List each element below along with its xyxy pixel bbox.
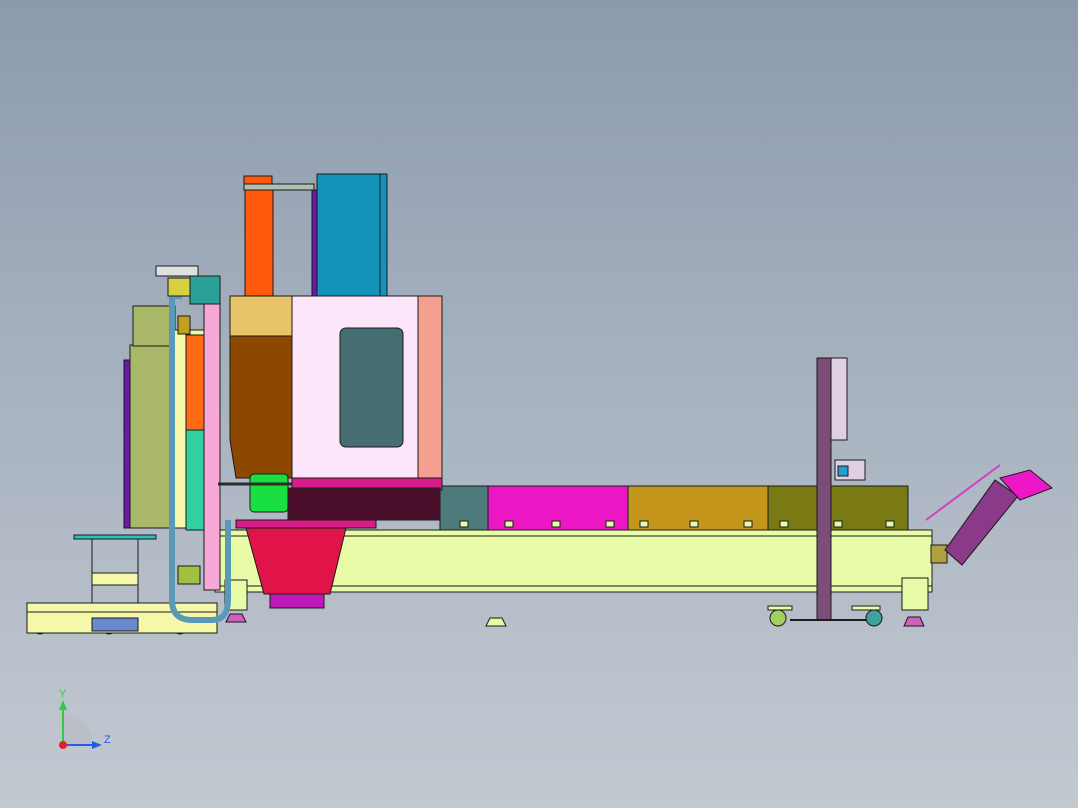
spindle-column xyxy=(243,175,319,297)
chip-auger xyxy=(925,464,1053,566)
y-axis-label: Y xyxy=(59,688,67,700)
axis-triad: Y Z xyxy=(59,688,111,749)
electrical-cabinet xyxy=(316,173,388,297)
chip-conveyor xyxy=(439,485,909,531)
cad-viewport[interactable]: Y Z xyxy=(0,0,1078,808)
z-axis-label: Z xyxy=(104,734,111,746)
machine-assembly-side-view: Y Z xyxy=(26,173,1053,749)
machining-enclosure xyxy=(218,295,443,521)
